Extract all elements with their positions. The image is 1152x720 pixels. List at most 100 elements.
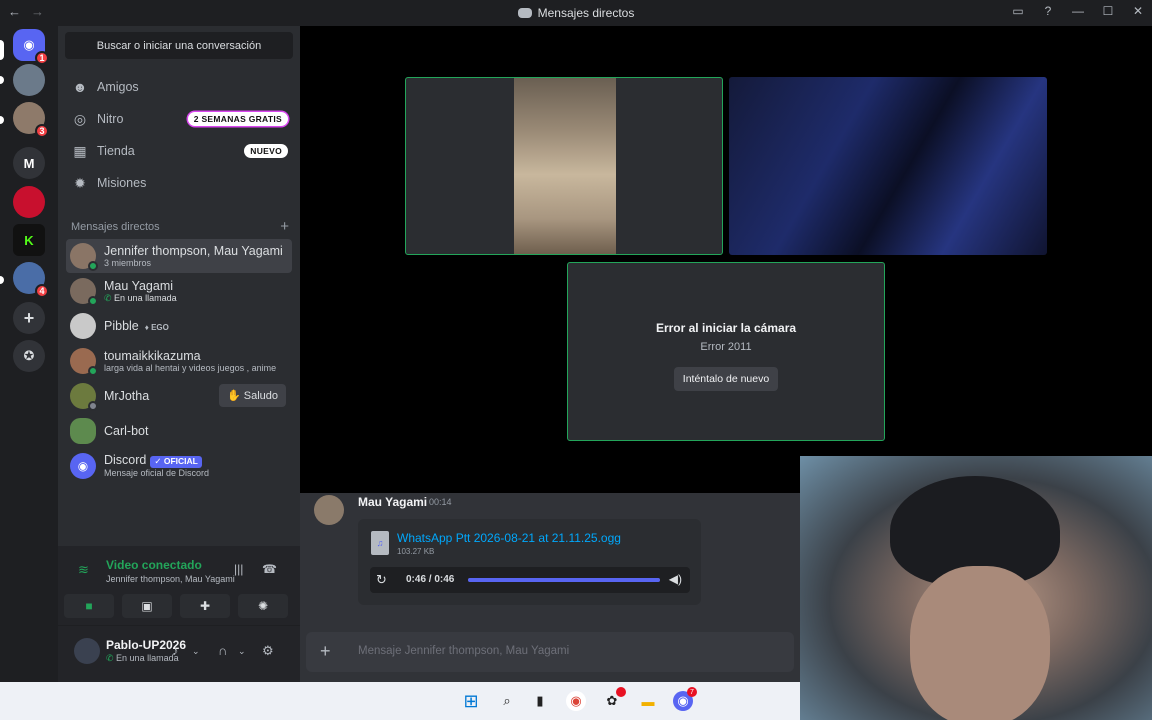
audio-attachment: ♫ WhatsApp Ptt 2026-08-21 at 21.11.25.og… bbox=[358, 519, 701, 605]
camera-error-code: Error 2011 bbox=[700, 340, 752, 353]
discord-taskbar-badge: 7 bbox=[687, 687, 697, 697]
add-attachment-button[interactable]: + bbox=[320, 641, 331, 661]
server-group[interactable] bbox=[13, 64, 45, 96]
dm-name: Discord bbox=[104, 453, 147, 468]
dm-item[interactable]: Carl-bot bbox=[66, 414, 292, 448]
maximize-button[interactable]: ☐ bbox=[1100, 4, 1116, 18]
file-name-link[interactable]: WhatsApp Ptt 2026-08-21 at 21.11.25.ogg bbox=[397, 531, 621, 545]
nav-misiones[interactable]: ✹ Misiones bbox=[66, 168, 292, 198]
phone-icon: ✆ bbox=[104, 293, 115, 304]
gear-icon[interactable]: ⚙ bbox=[262, 643, 274, 659]
video-tile-mau[interactable] bbox=[729, 77, 1047, 255]
noise-suppression-icon[interactable]: ||| bbox=[234, 562, 243, 576]
soundboard-button[interactable]: ✺ bbox=[238, 594, 288, 618]
message-author[interactable]: Mau Yagami bbox=[358, 495, 427, 509]
video-tile-jennifer[interactable] bbox=[405, 77, 723, 255]
dm-item[interactable]: toumaikkikazuma larga vida al hentai y v… bbox=[66, 344, 292, 378]
disconnect-icon[interactable]: ☎ bbox=[262, 562, 277, 576]
search-icon[interactable]: ⌕ bbox=[497, 691, 517, 711]
server-kick[interactable]: K bbox=[13, 224, 45, 256]
voice-channel: Jennifer thompson, Mau Yagami bbox=[106, 574, 235, 584]
nav-label: Tienda bbox=[97, 144, 135, 158]
activities-button[interactable]: ✚ bbox=[180, 594, 230, 618]
chevron-down-icon[interactable]: ⌄ bbox=[238, 646, 246, 657]
camera-button[interactable]: ■ bbox=[64, 594, 114, 618]
retry-button[interactable]: Inténtalo de nuevo bbox=[673, 366, 779, 391]
screen-share-button[interactable]: ▣ bbox=[122, 594, 172, 618]
create-dm-button[interactable]: + bbox=[280, 219, 289, 234]
chrome-icon[interactable]: ◉ bbox=[566, 691, 586, 711]
server-red[interactable] bbox=[13, 186, 45, 218]
message-time: 00:14 bbox=[429, 497, 452, 507]
camera-icon: ■ bbox=[85, 599, 93, 613]
dm-item[interactable]: MrJotha ✋ Saludo bbox=[66, 379, 292, 413]
voice-panel: ≋ Video conectado Jennifer thompson, Mau… bbox=[58, 546, 300, 626]
chat-area: Mau Yagami 00:14 ♫ WhatsApp Ptt 2026-08-… bbox=[300, 493, 800, 682]
microphone-icon[interactable]: ♪ bbox=[172, 643, 179, 658]
player-time: 0:46 / 0:46 bbox=[406, 574, 455, 585]
add-server-button[interactable]: + bbox=[13, 302, 45, 334]
chevron-down-icon[interactable]: ⌄ bbox=[192, 646, 200, 657]
file-size: 103.27 KB bbox=[397, 547, 435, 556]
message-input[interactable]: Mensaje Jennifer thompson, Mau Yagami bbox=[358, 645, 569, 657]
phone-icon: ✆ bbox=[106, 653, 117, 663]
dm-item[interactable]: ◉ Discord ✓ OFICIAL Mensaje oficial de Di… bbox=[66, 449, 292, 483]
dm-section-header: Mensajes directos + bbox=[71, 219, 289, 234]
search-input[interactable]: Buscar o iniciar una conversación bbox=[65, 32, 293, 59]
official-badge: ✓ OFICIAL bbox=[150, 456, 202, 469]
nav-tienda[interactable]: ▦ Tienda NUEVO bbox=[66, 136, 292, 166]
call-stage: Error al iniciar la cámara Error 2011 In… bbox=[300, 26, 1152, 493]
audio-player: ↻ 0:46 / 0:46 ◀) bbox=[370, 567, 690, 593]
dm-name: toumaikkikazuma bbox=[104, 348, 201, 363]
shop-icon: ▦ bbox=[73, 142, 87, 159]
app-icon[interactable]: ✿ bbox=[602, 687, 626, 711]
discord-logo-icon bbox=[517, 8, 532, 18]
volume-icon[interactable]: ◀) bbox=[669, 572, 682, 586]
server-m[interactable]: M bbox=[13, 147, 45, 179]
avatar bbox=[70, 313, 96, 339]
signal-icon[interactable]: ≋ bbox=[78, 562, 94, 577]
ego-badge: ♦ EGO bbox=[144, 322, 169, 332]
replay-icon[interactable]: ↻ bbox=[376, 572, 387, 588]
title-bar: ← → Mensajes directos ▭ ? — ☐ ✕ bbox=[0, 0, 1152, 26]
avatar bbox=[70, 348, 98, 376]
file-explorer-icon[interactable]: ▬ bbox=[638, 691, 658, 711]
quests-icon: ✹ bbox=[74, 174, 86, 191]
dm-item[interactable]: Mau Yagami ✆ En una llamada bbox=[66, 274, 292, 308]
inbox-icon[interactable]: ▭ bbox=[1010, 4, 1026, 18]
help-icon[interactable]: ? bbox=[1040, 4, 1056, 18]
wave-button[interactable]: ✋ Saludo bbox=[218, 384, 286, 407]
explore-icon[interactable]: ✪ bbox=[13, 340, 45, 372]
unread-badge: 3 bbox=[35, 124, 49, 138]
wave-label: Saludo bbox=[243, 390, 278, 402]
avatar bbox=[70, 418, 96, 444]
discord-taskbar-icon[interactable]: ◉ 7 bbox=[673, 687, 697, 711]
windows-start-icon[interactable]: ⊞ bbox=[461, 691, 481, 711]
server-direct-messages[interactable]: ◉ 1 bbox=[13, 29, 49, 65]
user-status: En una llamada bbox=[116, 653, 179, 663]
task-view-icon[interactable]: ▮ bbox=[530, 691, 550, 711]
camera-error-title: Error al iniciar la cámara bbox=[655, 320, 797, 335]
dm-item[interactable]: Pibble ♦ EGO bbox=[66, 309, 292, 343]
close-button[interactable]: ✕ bbox=[1130, 4, 1146, 18]
server-game[interactable]: 4 bbox=[13, 262, 49, 298]
avatar[interactable] bbox=[74, 638, 100, 664]
minimize-button[interactable]: — bbox=[1070, 4, 1086, 18]
soundboard-icon: ✺ bbox=[257, 599, 269, 613]
headphones-icon[interactable]: ∩ bbox=[218, 643, 227, 658]
nav-label: Misiones bbox=[97, 176, 147, 190]
dm-item[interactable]: Jennifer thompson, Mau Yagami 3 miembros bbox=[66, 239, 292, 273]
audio-progress-bar[interactable] bbox=[468, 578, 660, 582]
webcam-overlay bbox=[800, 456, 1152, 720]
dm-subtitle: Mensaje oficial de Discord bbox=[104, 468, 210, 479]
voice-status[interactable]: Video conectado bbox=[106, 558, 202, 572]
nav-amigos[interactable]: ☻ Amigos bbox=[66, 72, 292, 102]
nav-nitro[interactable]: ◎ Nitro 2 SEMANAS GRATIS bbox=[66, 104, 292, 134]
server-avatar[interactable]: 3 bbox=[13, 102, 49, 138]
avatar[interactable] bbox=[314, 495, 344, 525]
dm-name: Jennifer thompson, Mau Yagami bbox=[104, 243, 283, 258]
unread-badge: 4 bbox=[35, 284, 49, 298]
official-badge-text: OFICIAL bbox=[163, 456, 198, 467]
video-tile-self[interactable]: Error al iniciar la cámara Error 2011 In… bbox=[567, 262, 885, 441]
activities-icon: ✚ bbox=[199, 599, 211, 613]
